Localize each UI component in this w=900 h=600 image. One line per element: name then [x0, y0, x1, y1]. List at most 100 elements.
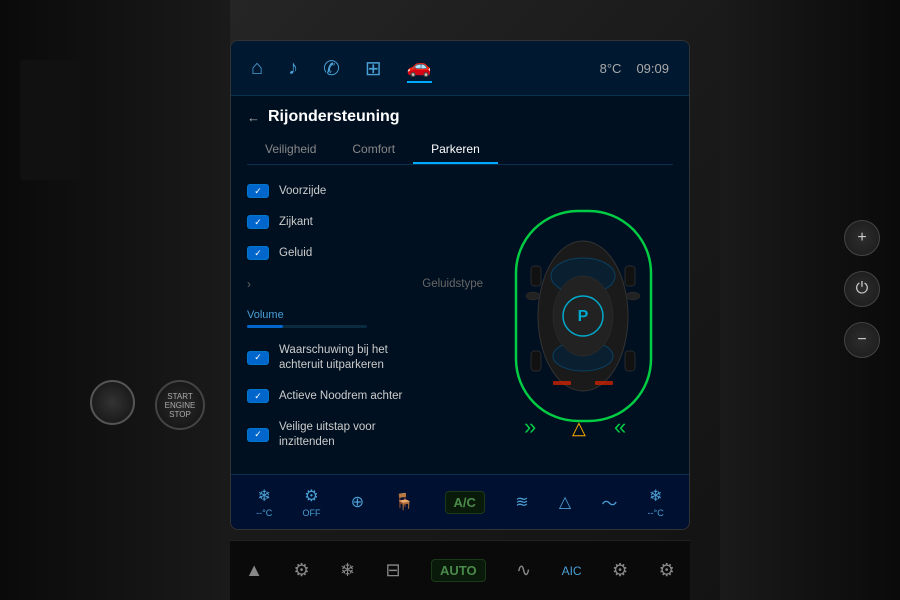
- off-icon[interactable]: ⚙ OFF: [302, 486, 320, 518]
- defrost-icon[interactable]: △: [559, 492, 571, 512]
- phys-settings1[interactable]: ⚙: [293, 560, 309, 581]
- settings2-icon: ⚙: [612, 560, 628, 581]
- chevron-geluidstype: ›: [247, 277, 251, 291]
- fan-up-icon: ▲: [245, 560, 263, 581]
- temperature-display: 8°C: [600, 61, 622, 76]
- toggle-geluid: ✓: [247, 246, 269, 260]
- phys-freeze[interactable]: ❄: [340, 560, 355, 581]
- media-nav-icon[interactable]: ♪: [288, 57, 298, 80]
- volume-bar-fill: [247, 325, 283, 328]
- seat-symbol: 🪑: [394, 492, 414, 512]
- ac-label: A/C: [445, 491, 485, 514]
- setting-geluidstype[interactable]: › Geluidstype: [247, 272, 483, 297]
- phone-nav-icon[interactable]: ✆: [323, 56, 340, 81]
- grid-icon: ⊟: [386, 560, 401, 581]
- phys-fan-up[interactable]: ▲: [245, 560, 263, 581]
- defrost-symbol: △: [559, 492, 571, 512]
- label-geluidstype: Geluidstype: [422, 277, 483, 292]
- volume-label: Volume: [247, 309, 483, 321]
- toggle-voorzijde: ✓: [247, 184, 269, 198]
- wind-icon[interactable]: 〜: [601, 490, 617, 514]
- main-screen: ⌂ ♪ ✆ ⊞ 🚗 8°C 09:09 ← Rijondersteuning V…: [230, 40, 690, 530]
- off-label: OFF: [302, 508, 320, 518]
- settings-list: ✓ Voorzijde ✓ Zijkant ✓ G: [247, 179, 483, 463]
- label-noodrem: Actieve Noodrem achter: [279, 389, 402, 404]
- bottom-climate-bar: ❄ --°C ⚙ OFF ⊕ 🪑 A/C ≋ △ 〜: [231, 474, 689, 529]
- minus-button[interactable]: −: [844, 322, 880, 358]
- fan-icon[interactable]: ⊕: [351, 492, 364, 512]
- auto-label: AUTO: [431, 559, 486, 582]
- apps-nav-icon[interactable]: ⊞: [365, 56, 382, 81]
- physical-controls-bottom: ▲ ⚙ ❄ ⊟ AUTO ∿ AIC ⚙ ⚙: [230, 540, 690, 600]
- aic-icon: AIC: [562, 564, 582, 578]
- two-col-layout: ✓ Voorzijde ✓ Zijkant ✓ G: [247, 179, 673, 463]
- phys-settings2[interactable]: ⚙: [612, 560, 628, 581]
- phys-aic[interactable]: AIC: [562, 564, 582, 578]
- setting-zijkant[interactable]: ✓ Zijkant: [247, 210, 483, 235]
- label-uitstap: Veilige uitstap voorinzittenden: [279, 420, 376, 450]
- toggle-noodrem: ✓: [247, 389, 269, 403]
- temp-left-value: --°C: [256, 508, 272, 518]
- back-arrow[interactable]: ←: [247, 110, 260, 125]
- setting-waarschuwing[interactable]: ✓ Waarschuwing bij hetachteruit uitparke…: [247, 338, 483, 378]
- freeze-icon: ❄: [340, 560, 355, 581]
- wave-icon: ∿: [516, 560, 531, 581]
- ac-icon[interactable]: A/C: [445, 491, 485, 514]
- toggle-uitstap: ✓: [247, 428, 269, 442]
- temp-left-symbol: ❄: [257, 486, 270, 506]
- power-button[interactable]: ⏻: [844, 271, 880, 307]
- car-interior: START ENGINE STOP + ⏻ − ⌂ ♪ ✆ ⊞ 🚗 8°C 09…: [0, 0, 900, 600]
- phys-wave[interactable]: ∿: [516, 560, 531, 581]
- tab-comfort[interactable]: Comfort: [334, 136, 413, 164]
- side-controls: + ⏻ −: [844, 220, 880, 358]
- toggle-waarschuwing: ✓: [247, 351, 269, 365]
- temp-right-symbol: ❄: [649, 486, 662, 506]
- phys-grid[interactable]: ⊟: [386, 560, 401, 581]
- content-area: ← Rijondersteuning Veiligheid Comfort Pa…: [231, 96, 689, 474]
- plus-button[interactable]: +: [844, 220, 880, 256]
- label-zijkant: Zijkant: [279, 215, 313, 230]
- volume-section: Volume: [247, 303, 483, 332]
- top-bar: ⌂ ♪ ✆ ⊞ 🚗 8°C 09:09: [231, 41, 689, 96]
- svg-text:»: »: [524, 414, 536, 439]
- temp-right-icon[interactable]: ❄ --°C: [648, 486, 664, 518]
- time-display: 09:09: [636, 61, 669, 76]
- start-stop-button[interactable]: START ENGINE STOP: [155, 380, 205, 430]
- label-voorzijde: Voorzijde: [279, 184, 326, 199]
- setting-noodrem[interactable]: ✓ Actieve Noodrem achter: [247, 384, 483, 409]
- tab-veiligheid[interactable]: Veiligheid: [247, 136, 334, 164]
- page-title: Rijondersteuning: [268, 108, 400, 126]
- tabs: Veiligheid Comfort Parkeren: [247, 136, 673, 165]
- left-panel: START ENGINE STOP: [0, 0, 230, 600]
- phys-auto[interactable]: AUTO: [431, 559, 486, 582]
- car-nav-icon[interactable]: 🚗: [407, 54, 432, 83]
- setting-uitstap[interactable]: ✓ Veilige uitstap voorinzittenden: [247, 415, 483, 455]
- temp-left-icon[interactable]: ❄ --°C: [256, 486, 272, 518]
- label-geluid: Geluid: [279, 246, 312, 261]
- off-symbol: ⚙: [304, 486, 318, 506]
- breadcrumb: ← Rijondersteuning: [247, 108, 673, 126]
- svg-text:P: P: [577, 308, 588, 325]
- left-vent: [20, 60, 80, 180]
- tab-parkeren[interactable]: Parkeren: [413, 136, 498, 164]
- home-nav-icon[interactable]: ⌂: [251, 57, 263, 80]
- svg-text:«: «: [614, 414, 626, 439]
- phys-settings3[interactable]: ⚙: [659, 560, 675, 581]
- seat-heat-icon[interactable]: 🪑: [394, 492, 414, 512]
- setting-voorzijde[interactable]: ✓ Voorzijde: [247, 179, 483, 204]
- left-knob[interactable]: [90, 380, 135, 425]
- airflow-symbol: ≋: [515, 492, 528, 512]
- svg-text:△: △: [572, 418, 586, 438]
- label-waarschuwing: Waarschuwing bij hetachteruit uitparkere…: [279, 343, 388, 373]
- right-panel: + ⏻ −: [720, 0, 900, 600]
- car-svg: P » △ «: [506, 196, 661, 446]
- wind-symbol: 〜: [601, 490, 617, 514]
- status-bar: 8°C 09:09: [600, 61, 669, 76]
- volume-bar-bg[interactable]: [247, 325, 367, 328]
- fan-symbol: ⊕: [351, 492, 364, 512]
- settings3-icon: ⚙: [659, 560, 675, 581]
- nav-icons: ⌂ ♪ ✆ ⊞ 🚗: [251, 54, 432, 83]
- setting-geluid[interactable]: ✓ Geluid: [247, 241, 483, 266]
- car-visualization: P » △ «: [493, 179, 673, 463]
- airflow-icon[interactable]: ≋: [515, 492, 528, 512]
